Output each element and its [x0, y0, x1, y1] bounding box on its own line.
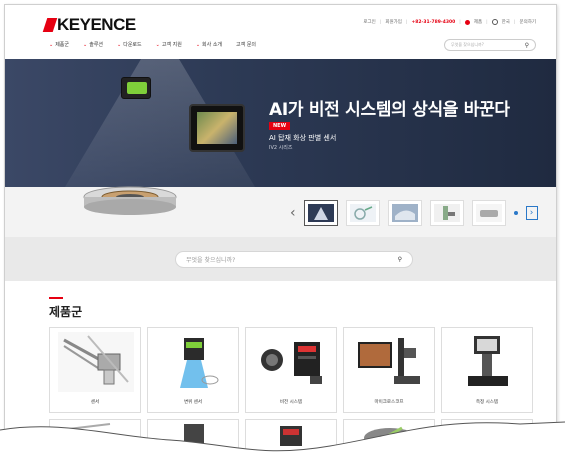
product-link[interactable]: 제품 [474, 19, 482, 25]
hero-title: AI가 비전 시스템의 상식을 바꾼다 [269, 100, 510, 120]
chevron-down-icon: ⌄ [155, 41, 160, 48]
search-icon[interactable]: ⚲ [525, 42, 529, 49]
inquiry-link[interactable]: 문의하기 [519, 19, 536, 25]
hero-subtitle: AI 탑재 화상 판별 센서 [269, 134, 337, 142]
nav-item-solutions[interactable]: ⌄ 솔루션 [83, 41, 103, 49]
flag-icon [464, 19, 470, 25]
section-accent-bar [49, 297, 63, 299]
search-icon[interactable]: ⚲ [398, 256, 402, 263]
torn-edge [0, 421, 565, 457]
logo-mark-icon [42, 18, 58, 32]
monitor-image [189, 104, 245, 152]
carousel-thumb[interactable] [345, 200, 380, 226]
measurement-system-image [450, 332, 526, 392]
carousel-thumb[interactable] [471, 200, 506, 226]
chevron-down-icon: ⌄ [49, 41, 54, 48]
products-section-title: 제품군 [49, 305, 83, 319]
carousel-dot[interactable] [513, 211, 518, 215]
hero-series: IV2 시리즈 [269, 145, 293, 151]
camera-sensor-image [121, 77, 151, 99]
carousel-thumb[interactable] [387, 200, 422, 226]
displacement-sensor-image [156, 332, 232, 392]
microscope-image [352, 332, 428, 392]
signup-link[interactable]: 회원가입 [385, 19, 402, 25]
globe-icon [491, 19, 498, 25]
vision-system-image [254, 332, 330, 392]
carousel-thumb[interactable] [429, 200, 464, 226]
global-nav: ⌄ 제품군 ⌄ 솔루션 ⌄ 다운로드 ⌄ 고객 지원 ⌄ 회사 소개 고객 문의 [49, 41, 256, 49]
turntable-image [83, 186, 177, 215]
nav-item-about[interactable]: ⌄ 회사 소개 [195, 41, 222, 49]
nav-item-downloads[interactable]: ⌄ 다운로드 [117, 41, 142, 49]
phone-number[interactable]: +82-31-789-4300 [411, 20, 455, 25]
carousel-thumb[interactable] [303, 200, 338, 226]
utility-links: 로그인 | 회원가입 | +82-31-789-4300 | 제품 | 한국 |… [363, 19, 536, 25]
chevron-down-icon: ⌄ [83, 41, 88, 48]
chevron-right-icon[interactable]: › [525, 206, 538, 220]
hero-banner[interactable]: AI가 비전 시스템의 상식을 바꾼다 NEW AI 탑재 화상 판별 센서 I… [5, 59, 556, 187]
new-badge: NEW [269, 122, 291, 130]
nav-item-contact[interactable]: 고객 문의 [236, 41, 256, 48]
nav-item-products[interactable]: ⌄ 제품군 [49, 41, 69, 49]
header-search-input[interactable]: 무엇을 찾으십니까? ⚲ [444, 39, 536, 51]
chevron-down-icon: ⌄ [117, 41, 122, 48]
chevron-down-icon: ⌄ [195, 41, 201, 48]
carousel-thumbnails: ‹ › [290, 200, 538, 226]
sensor-image [58, 332, 134, 392]
site-header: KEYENCE 로그인 | 회원가입 | +82-31-789-4300 | 제… [5, 5, 556, 59]
chevron-left-icon[interactable]: ‹ [290, 206, 296, 220]
web-page: KEYENCE 로그인 | 회원가입 | +82-31-789-4300 | 제… [4, 4, 557, 455]
main-search-input[interactable]: 무엇을 찾으십니까? ⚲ [175, 251, 413, 268]
region-link[interactable]: 한국 [502, 19, 510, 25]
keyence-logo[interactable]: KEYENCE [42, 15, 136, 35]
login-link[interactable]: 로그인 [363, 19, 375, 25]
nav-item-support[interactable]: ⌄ 고객 지원 [155, 41, 182, 49]
